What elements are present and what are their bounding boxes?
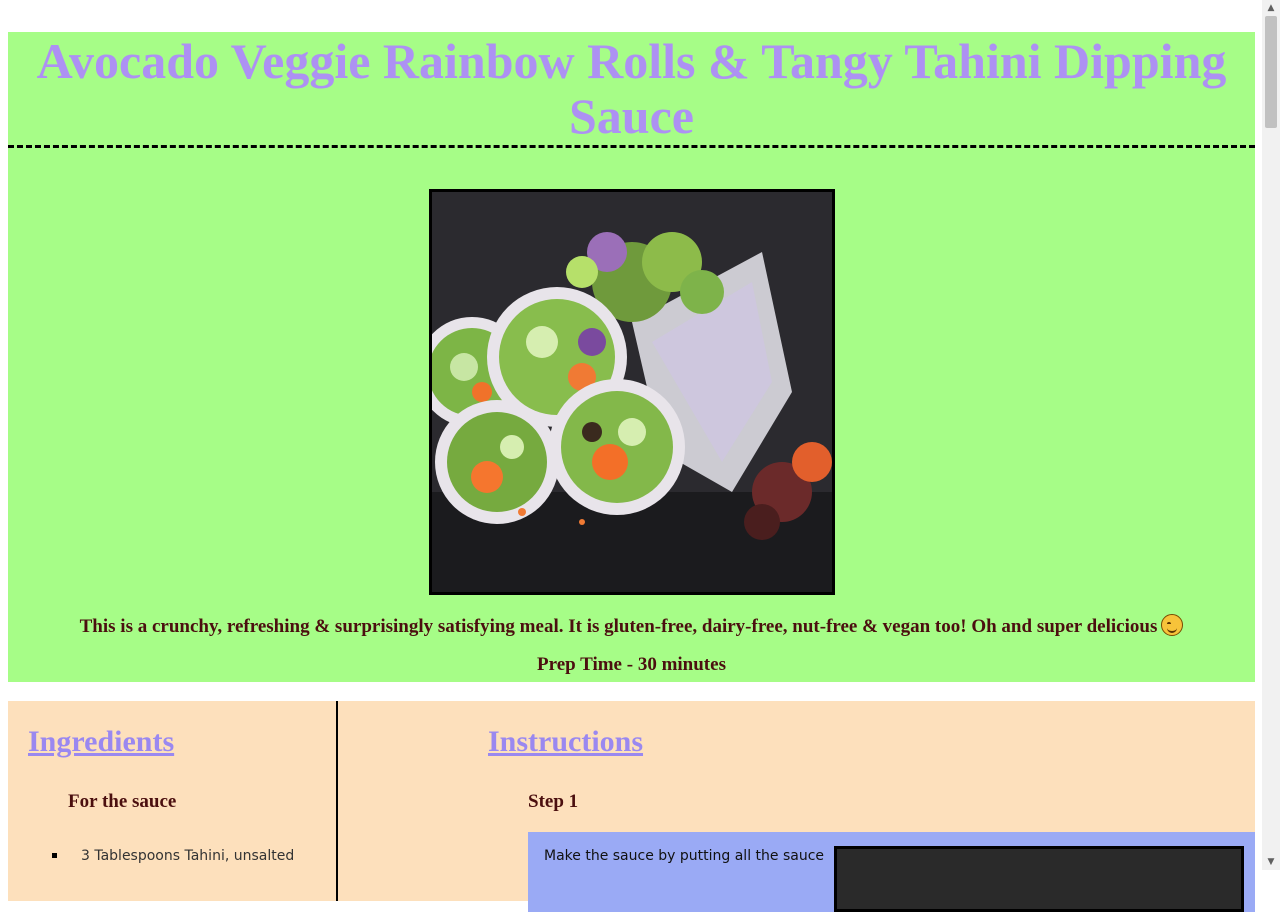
prep-time: Prep Time - 30 minutes [537, 654, 726, 675]
step-card: Make the sauce by putting all the sauce [528, 832, 1255, 912]
vertical-scrollbar[interactable]: ▲ ▼ [1262, 0, 1280, 870]
ingredients-heading-link[interactable]: Ingredients [28, 725, 174, 759]
ingredients-panel: Ingredients For the sauce 3 Tablespoons … [8, 701, 338, 901]
scroll-up-icon[interactable]: ▲ [1262, 0, 1280, 16]
recipe-description: This is a crunchy, refreshing & surprisi… [8, 614, 1255, 638]
step-text: Make the sauce by putting all the sauce [544, 848, 825, 864]
recipe-body: Ingredients For the sauce 3 Tablespoons … [8, 701, 1255, 912]
recipe-page: Avocado Veggie Rainbow Rolls & Tangy Tah… [8, 32, 1255, 912]
recipe-photo [429, 189, 835, 595]
hero-section: This is a crunchy, refreshing & surprisi… [8, 148, 1255, 682]
instructions-heading-link[interactable]: Instructions [488, 725, 643, 759]
recipe-header: Avocado Veggie Rainbow Rolls & Tangy Tah… [8, 32, 1255, 148]
description-text: This is a crunchy, refreshing & surprisi… [79, 616, 1158, 637]
scroll-thumb[interactable] [1265, 16, 1277, 128]
step-label: Step 1 [528, 791, 579, 812]
ingredient-text: 3 Tablespoons Tahini, unsalted [81, 848, 295, 864]
smiling-face-emoji-icon [1161, 614, 1184, 636]
ingredient-item: 3 Tablespoons Tahini, unsalted [52, 848, 294, 864]
scroll-down-icon[interactable]: ▼ [1262, 854, 1280, 870]
sauce-subheading: For the sauce [68, 791, 177, 812]
recipe-title: Avocado Veggie Rainbow Rolls & Tangy Tah… [36, 33, 1227, 144]
bullet-icon [52, 853, 57, 858]
step-image [834, 846, 1244, 912]
rolls-illustration [432, 192, 832, 592]
